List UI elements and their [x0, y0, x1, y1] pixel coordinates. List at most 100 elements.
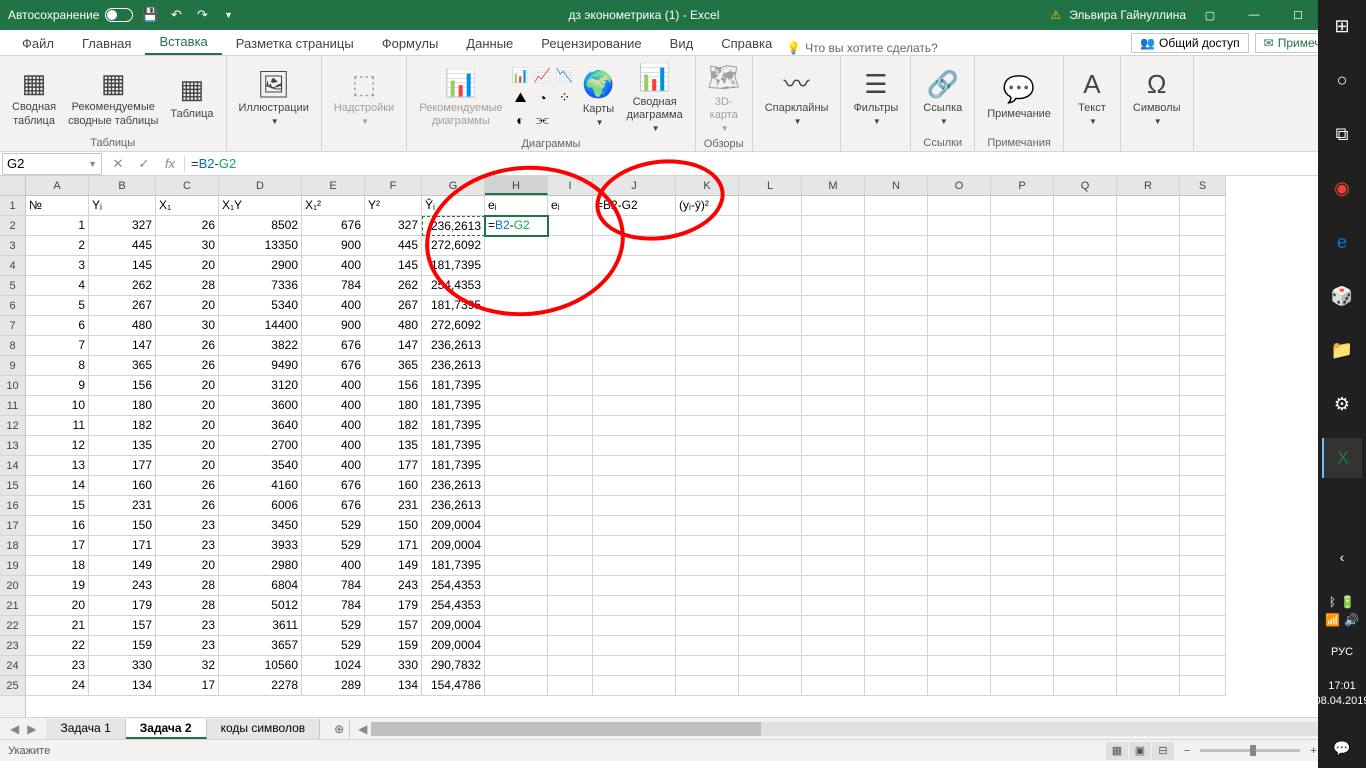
cell[interactable] [676, 476, 739, 496]
cell[interactable] [928, 396, 991, 416]
cell[interactable] [676, 396, 739, 416]
cell[interactable]: 7336 [219, 276, 302, 296]
cell[interactable] [865, 316, 928, 336]
row-header-4[interactable]: 4 [0, 256, 25, 276]
cell[interactable] [802, 676, 865, 696]
illustrations-button[interactable]: 🖼Иллюстрации▼ [235, 66, 313, 129]
cell[interactable]: 7 [26, 336, 89, 356]
cell[interactable] [865, 396, 928, 416]
row-header-12[interactable]: 12 [0, 416, 25, 436]
cell[interactable]: 182 [365, 416, 422, 436]
cell[interactable]: 2900 [219, 256, 302, 276]
cell[interactable] [739, 236, 802, 256]
cell[interactable] [485, 516, 548, 536]
cell[interactable]: 179 [89, 596, 156, 616]
cell[interactable]: 23 [26, 656, 89, 676]
cell[interactable]: 290,7832 [422, 656, 485, 676]
cell[interactable]: 3540 [219, 456, 302, 476]
start-button[interactable]: ⊞ [1322, 6, 1362, 46]
namebox-dropdown-icon[interactable]: ▼ [88, 159, 97, 169]
fx-icon[interactable]: fx [160, 156, 180, 172]
cell[interactable] [802, 636, 865, 656]
cell[interactable] [1117, 276, 1180, 296]
cell[interactable]: 134 [89, 676, 156, 696]
cell[interactable] [676, 236, 739, 256]
sheet-tab[interactable]: Задача 2 [126, 719, 207, 739]
zoom-out-icon[interactable]: − [1184, 745, 1190, 757]
cell[interactable] [991, 416, 1054, 436]
cell[interactable] [485, 556, 548, 576]
cell[interactable] [1054, 396, 1117, 416]
cell[interactable] [802, 476, 865, 496]
sheet-tab[interactable]: Задача 1 [46, 719, 125, 739]
cell[interactable]: 23 [156, 636, 219, 656]
minimize-button[interactable]: — [1234, 0, 1274, 30]
cell[interactable] [1054, 196, 1117, 216]
cell[interactable] [928, 196, 991, 216]
cell[interactable] [485, 676, 548, 696]
cell[interactable] [928, 316, 991, 336]
cell[interactable] [802, 196, 865, 216]
row-header-23[interactable]: 23 [0, 636, 25, 656]
cell[interactable] [593, 476, 676, 496]
cell[interactable]: 150 [89, 516, 156, 536]
sparklines-button[interactable]: 〰Спарклайны▼ [761, 66, 833, 129]
col-header-A[interactable]: A [26, 176, 89, 195]
cell[interactable] [739, 476, 802, 496]
cell[interactable] [1180, 636, 1226, 656]
cell[interactable] [1117, 216, 1180, 236]
page-break-icon[interactable]: ⊟ [1152, 742, 1174, 760]
cell[interactable]: 11 [26, 416, 89, 436]
cell[interactable] [865, 236, 928, 256]
cell[interactable] [1117, 416, 1180, 436]
cell[interactable] [593, 596, 676, 616]
cell[interactable] [593, 616, 676, 636]
cell[interactable] [593, 656, 676, 676]
cell[interactable] [593, 496, 676, 516]
cell[interactable] [676, 316, 739, 336]
cell[interactable] [1180, 616, 1226, 636]
cell[interactable] [991, 556, 1054, 576]
cell[interactable] [991, 676, 1054, 696]
cell[interactable]: 15 [26, 496, 89, 516]
cell[interactable] [676, 596, 739, 616]
cell[interactable]: 209,0004 [422, 616, 485, 636]
cell[interactable] [1117, 676, 1180, 696]
tellme-search[interactable]: 💡 Что вы хотите сделать? [786, 41, 938, 55]
cell[interactable]: 400 [302, 436, 365, 456]
row-header-9[interactable]: 9 [0, 356, 25, 376]
action-center-icon[interactable]: 💬 [1322, 728, 1362, 768]
cell[interactable]: X₁Y [219, 196, 302, 216]
cell[interactable] [485, 396, 548, 416]
cell[interactable] [485, 456, 548, 476]
cell[interactable] [739, 336, 802, 356]
cell[interactable]: 529 [302, 636, 365, 656]
cell[interactable] [802, 656, 865, 676]
cell[interactable] [1180, 256, 1226, 276]
tray-date[interactable]: 08.04.2019 [1314, 694, 1366, 708]
cell[interactable]: 3 [26, 256, 89, 276]
cell[interactable]: 3657 [219, 636, 302, 656]
cell[interactable] [1180, 356, 1226, 376]
cell[interactable]: 159 [89, 636, 156, 656]
col-header-P[interactable]: P [991, 176, 1054, 195]
cell[interactable] [865, 216, 928, 236]
cell[interactable] [991, 356, 1054, 376]
cell[interactable] [928, 456, 991, 476]
row-header-2[interactable]: 2 [0, 216, 25, 236]
cell[interactable]: 2 [26, 236, 89, 256]
undo-icon[interactable]: ↶ [167, 6, 185, 24]
normal-view-icon[interactable]: ▦ [1106, 742, 1128, 760]
cell[interactable] [485, 576, 548, 596]
cell[interactable] [865, 536, 928, 556]
cell[interactable] [1054, 416, 1117, 436]
row-header-3[interactable]: 3 [0, 236, 25, 256]
cell[interactable] [1117, 516, 1180, 536]
cell[interactable] [928, 596, 991, 616]
cell[interactable] [991, 596, 1054, 616]
cell[interactable] [865, 436, 928, 456]
cell[interactable] [1117, 316, 1180, 336]
cell[interactable]: Yᵢ [89, 196, 156, 216]
cell[interactable] [1180, 396, 1226, 416]
cell[interactable] [1054, 676, 1117, 696]
